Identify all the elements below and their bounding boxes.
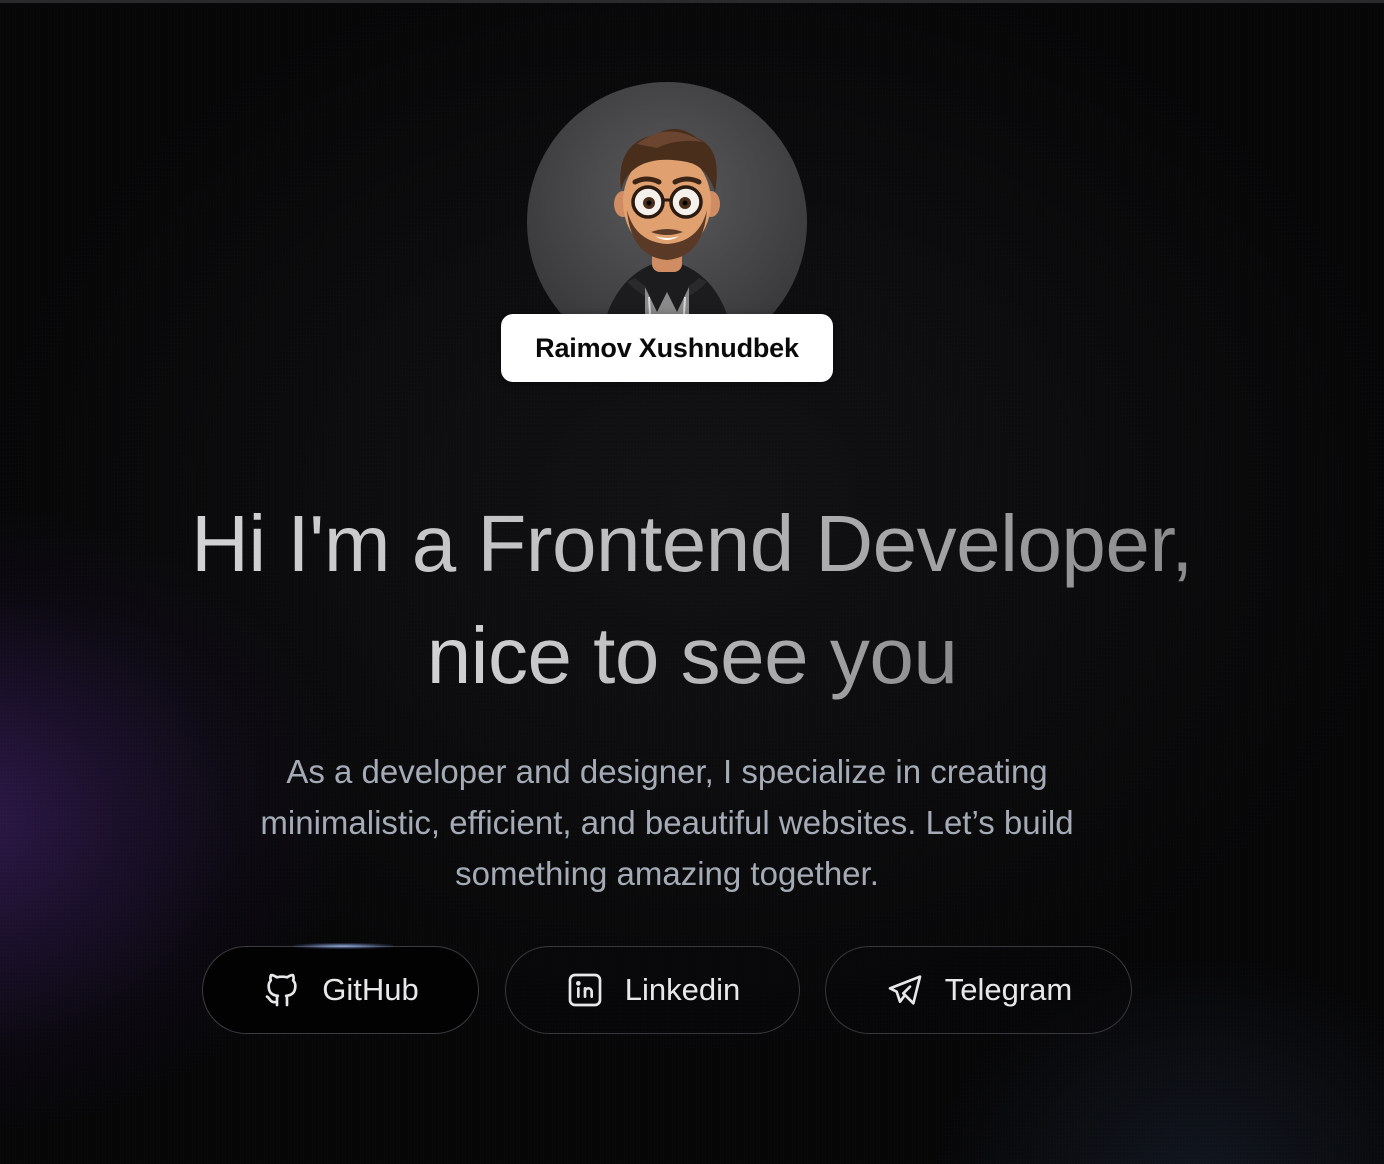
headline-line-2: nice to see you [426, 611, 958, 700]
top-border [0, 0, 1384, 3]
github-icon [262, 970, 302, 1010]
profile-name: Raimov Xushnudbek [535, 332, 799, 363]
name-badge: Raimov Xushnudbek [501, 314, 833, 382]
github-button[interactable]: GitHub [202, 943, 479, 1034]
github-label: GitHub [322, 972, 419, 1007]
telegram-label: Telegram [944, 972, 1073, 1007]
hero-intro: As a developer and designer, I specializ… [212, 746, 1122, 899]
linkedin-label: Linkedin [624, 972, 741, 1007]
linkedin-icon [565, 970, 605, 1010]
telegram-icon [885, 970, 925, 1010]
intro-line-1: As a developer and designer, I specializ… [286, 753, 1048, 790]
intro-line-3: something amazing together. [455, 855, 879, 892]
linkedin-button[interactable]: Linkedin [505, 946, 800, 1034]
hero-headline: Hi I'm a Frontend Developer, nice to see… [0, 488, 1384, 712]
telegram-button[interactable]: Telegram [825, 946, 1132, 1034]
headline-line-1: Hi I'm a Frontend Developer, [191, 499, 1193, 588]
intro-line-2: minimalistic, efficient, and beautiful w… [260, 804, 1074, 841]
